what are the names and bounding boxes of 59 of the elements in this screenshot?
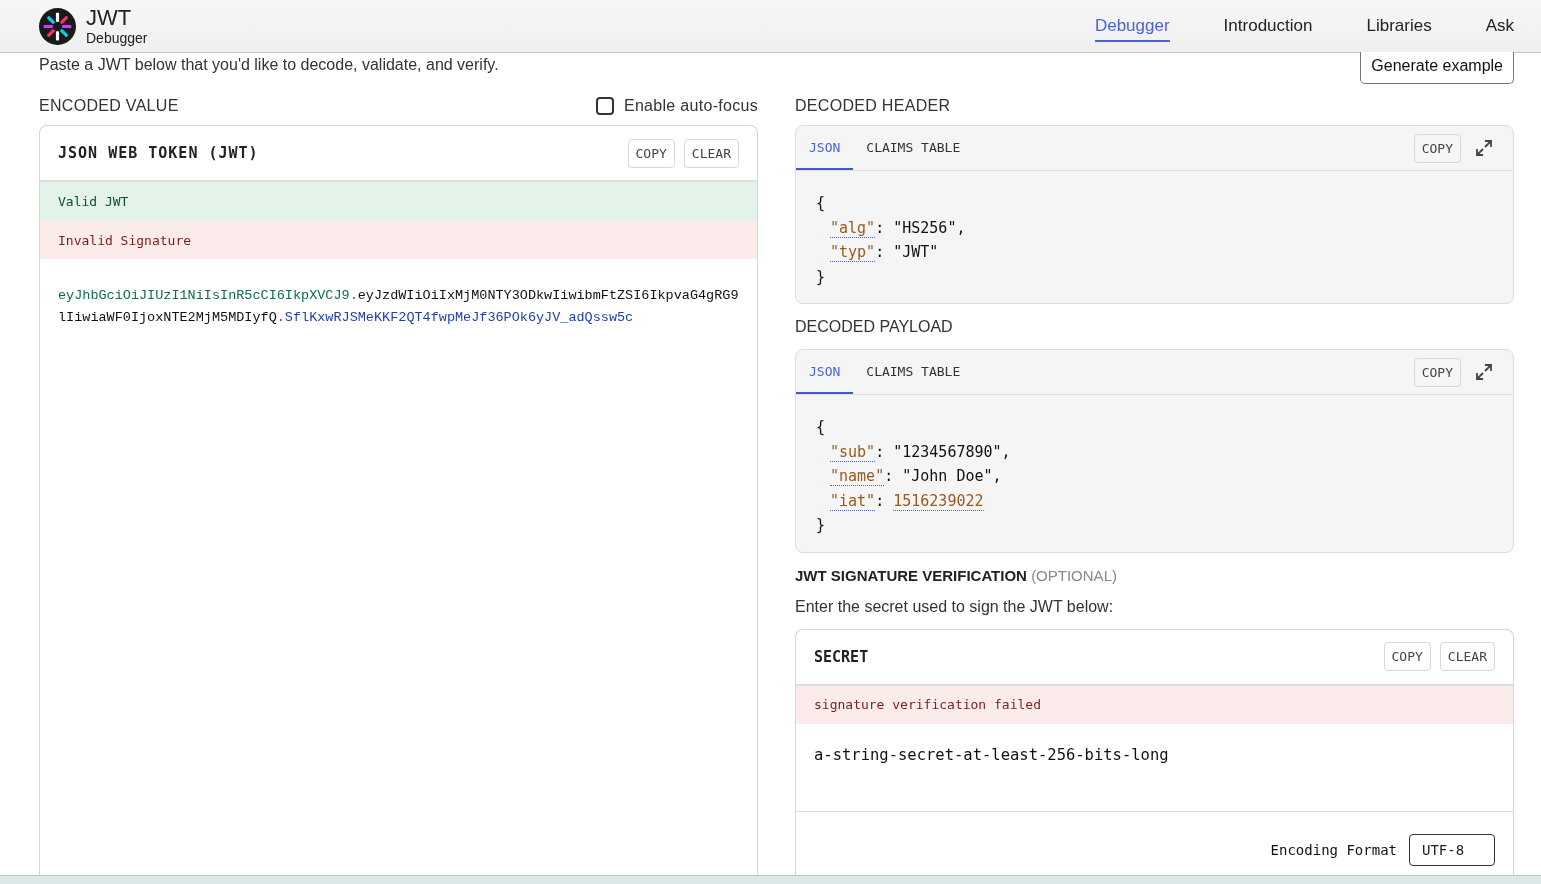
- panel-tab[interactable]: CLAIMS TABLE: [853, 350, 974, 394]
- brace: {: [816, 418, 826, 436]
- toolbar-button[interactable]: COPY: [627, 138, 675, 168]
- json-key: "name": [830, 467, 885, 486]
- json-key: "typ": [830, 243, 876, 262]
- encoding-select[interactable]: UTF-8: [1409, 833, 1495, 866]
- brace: {: [816, 194, 826, 212]
- colon: :: [875, 218, 885, 237]
- panel-tab[interactable]: JSON: [796, 126, 854, 170]
- logo-icon: [39, 7, 76, 45]
- colon: :: [884, 467, 894, 485]
- nav-link[interactable]: Libraries: [1366, 10, 1432, 42]
- json-value: "1234567890": [893, 442, 1002, 461]
- panel-tab[interactable]: JSON: [796, 350, 854, 394]
- comma: ,: [1001, 442, 1011, 461]
- card-title: SECRET: [814, 647, 869, 666]
- brand-subtitle: Debugger: [86, 31, 148, 45]
- description-text: Enter the secret used to sign the JWT below:: [795, 597, 1115, 616]
- brand-title: JWT: [86, 7, 133, 29]
- colon: :: [875, 442, 885, 461]
- comma: ,: [956, 218, 966, 237]
- json-key: "sub": [830, 442, 876, 462]
- nav-link[interactable]: Introduction: [1223, 10, 1313, 42]
- token-text[interactable]: eyJhbGciOiJIUzI1NiIsInR5cCI6IkpXVCJ9.eyJzdWIiOiIxMjM0NTY3ODkwIiwibmFtZSI6IkpvaG4gRG9lIiwiaWF0IjoxNTE2MjM5MDIyfQ.SflKxwRJSMeKKF2QT4fwpMeJf36POk6yJV_adQssw5c: [40, 267, 757, 347]
- panel-tab[interactable]: CLAIMS TABLE: [853, 126, 974, 170]
- generate-example-button[interactable]: Generate example: [1360, 52, 1514, 84]
- json-key: "iat": [830, 491, 876, 511]
- json-value: "JWT": [893, 243, 939, 261]
- status-banner: Invalid Signature: [40, 221, 757, 259]
- brace: }: [816, 267, 826, 286]
- json-value: "John Doe": [902, 467, 993, 485]
- json-key: "alg": [830, 218, 876, 238]
- section-title: DECODED PAYLOAD: [795, 318, 953, 336]
- section-title: DECODED HEADER: [795, 97, 951, 115]
- json-value: "HS256": [893, 218, 957, 237]
- checkbox-label: Enable auto-focus: [623, 97, 758, 115]
- json-value: 1516239022: [893, 491, 984, 511]
- section-title: JWT SIGNATURE VERIFICATION (OPTIONAL): [795, 566, 1118, 584]
- copy-button[interactable]: COPY: [1413, 133, 1461, 163]
- checkbox[interactable]: [595, 97, 614, 115]
- section-title: ENCODED VALUE: [39, 97, 179, 115]
- colon: :: [875, 243, 885, 261]
- expand-icon[interactable]: [1475, 139, 1493, 157]
- brace: }: [816, 516, 826, 534]
- copy-button[interactable]: COPY: [1413, 357, 1461, 387]
- nav-link[interactable]: Ask: [1485, 10, 1514, 42]
- colon: :: [875, 491, 885, 510]
- expand-icon[interactable]: [1475, 363, 1493, 381]
- toolbar-button[interactable]: CLEAR: [683, 138, 739, 168]
- status-banner: Valid JWT: [40, 182, 757, 221]
- toolbar-button[interactable]: CLEAR: [1439, 642, 1495, 671]
- intro-text: Paste a JWT below that you'd like to decode, validate, and verify.: [39, 56, 499, 74]
- secret-field[interactable]: a-string-secret-at-least-256-bits-long: [796, 723, 1513, 812]
- nav-link[interactable]: Debugger: [1094, 10, 1170, 42]
- status-banner: signature verification failed: [796, 685, 1513, 724]
- encoding-label: Encoding Format: [1270, 841, 1397, 858]
- comma: ,: [992, 467, 1002, 485]
- card-title: JSON WEB TOKEN (JWT): [58, 144, 259, 162]
- toolbar-button[interactable]: COPY: [1383, 642, 1431, 671]
